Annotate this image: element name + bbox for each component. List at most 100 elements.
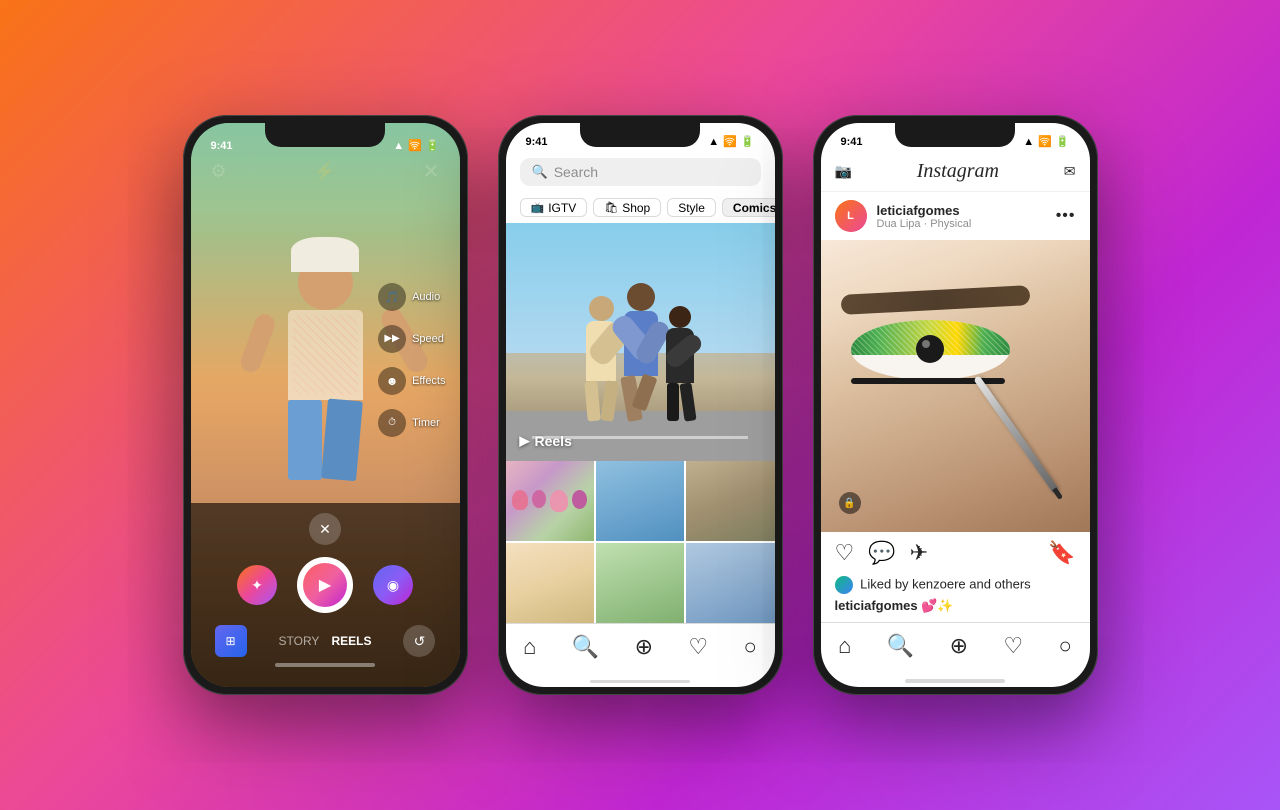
status-icons-3: ▲ 🛜 🔋: [1023, 135, 1069, 148]
post-username[interactable]: leticiafgomes: [877, 203, 972, 218]
dancer-3: [666, 306, 694, 421]
igtv-icon: 📺: [531, 201, 545, 214]
nav-profile-3[interactable]: ○: [1058, 633, 1071, 659]
camera-mode-selector: STORY REELS: [279, 634, 372, 648]
dancer-1: [586, 296, 616, 421]
post-more-options[interactable]: •••: [1056, 207, 1076, 225]
home-indicator-3: [905, 679, 1005, 683]
post-header: L leticiafgomes Dua Lipa · Physical •••: [821, 192, 1090, 240]
signal-icon-1: ▲: [393, 140, 404, 152]
thumb-flowers[interactable]: [506, 461, 594, 541]
phone-explore: 9:41 ▲ 🛜 🔋 🔍 Search 📺 IGTV 🛍 Shop: [498, 115, 783, 695]
bottom-nav-2: ⌂ 🔍 ⊕ ♡ ○: [506, 623, 775, 674]
nav-add-3[interactable]: ⊕: [950, 633, 968, 659]
battery-icon-1: 🔋: [426, 139, 440, 152]
camera-bottom-controls: ✕ ✦ ▶ ◉: [191, 503, 460, 687]
signal-icon-3: ▲: [1023, 136, 1034, 148]
record-button[interactable]: ▶: [297, 557, 353, 613]
instagram-logo: Instagram: [917, 160, 999, 183]
post-likes: Liked by kenzoere and others: [821, 574, 1090, 596]
caption-username[interactable]: leticiafgomes: [835, 598, 918, 613]
effects-control[interactable]: ☻ Effects: [378, 367, 445, 395]
nav-profile-2[interactable]: ○: [743, 634, 756, 660]
dancer-figures: [586, 283, 694, 421]
camera-header-icon[interactable]: 📷: [835, 163, 852, 180]
lock-icon: 🔒: [839, 492, 861, 514]
speed-control[interactable]: ▶▶ Speed: [378, 325, 445, 353]
dancer-2: [624, 283, 658, 421]
camera-nav-row: ⊞ STORY REELS ↺: [207, 625, 444, 657]
phone-post: 9:41 ▲ 🛜 🔋 📷 Instagram ✉ L leticiafgomes…: [813, 115, 1098, 695]
thumb-piggyback[interactable]: [596, 461, 684, 541]
phone-camera: 9:41 ▲ 🛜 🔋 ⚙ ⚡ ✕: [183, 115, 468, 695]
reels-mode[interactable]: REELS: [331, 634, 371, 648]
filter-button-2[interactable]: ◉: [373, 565, 413, 605]
reels-label: ▶ Reels: [520, 433, 572, 449]
instagram-header: 📷 Instagram ✉: [821, 152, 1090, 192]
timer-control[interactable]: ⏱ Timer: [378, 409, 445, 437]
post-user-info: L leticiafgomes Dua Lipa · Physical: [835, 200, 972, 232]
phone-notch-2: [580, 123, 700, 147]
style-label: Style: [678, 201, 705, 215]
gallery-button[interactable]: ⊞: [215, 625, 247, 657]
flip-camera-button[interactable]: ↺: [403, 625, 435, 657]
status-time-3: 9:41: [841, 136, 863, 148]
wifi-icon-2: 🛜: [723, 135, 737, 148]
post-actions: ♡ 💬 ✈ 🔖: [821, 532, 1090, 574]
likes-text: Liked by kenzoere and others: [860, 577, 1031, 592]
delete-clip-button[interactable]: ✕: [309, 513, 341, 545]
igtv-label: IGTV: [548, 201, 576, 215]
nav-heart-2[interactable]: ♡: [688, 634, 708, 660]
signal-icon-2: ▲: [708, 136, 719, 148]
shutter-row: ✦ ▶ ◉: [207, 553, 444, 617]
comment-button[interactable]: 💬: [868, 540, 895, 566]
status-icons-1: ▲ 🛜 🔋: [393, 139, 439, 152]
camera-right-controls: 🎵 Audio ▶▶ Speed ☻ Effects ⏱ Timer: [378, 283, 445, 437]
filter-tag-comics[interactable]: Comics: [722, 198, 775, 217]
filter-tags-row: 📺 IGTV 🛍 Shop Style Comics TV & Movi…: [506, 192, 775, 223]
filter-button-1[interactable]: ✦: [237, 565, 277, 605]
nav-add-2[interactable]: ⊕: [635, 634, 653, 660]
story-mode[interactable]: STORY: [279, 634, 320, 648]
thumb-outdoor[interactable]: [596, 543, 684, 623]
reels-text: Reels: [535, 433, 572, 449]
post-actions-left: ♡ 💬 ✈: [835, 540, 929, 566]
wifi-icon-3: 🛜: [1038, 135, 1052, 148]
nav-heart-3[interactable]: ♡: [1003, 633, 1023, 659]
status-icons-2: ▲ 🛜 🔋: [708, 135, 754, 148]
home-indicator-1: [275, 663, 375, 667]
nav-home-2[interactable]: ⌂: [523, 634, 536, 660]
filter-tag-shop[interactable]: 🛍 Shop: [593, 198, 661, 217]
search-placeholder: Search: [554, 164, 598, 180]
share-button[interactable]: ✈: [910, 540, 928, 566]
search-bar[interactable]: 🔍 Search: [520, 158, 761, 186]
user-avatar[interactable]: L: [835, 200, 867, 232]
reels-icon: ▶: [520, 433, 530, 449]
shop-icon: 🛍: [604, 201, 618, 214]
nav-home-3[interactable]: ⌂: [838, 633, 851, 659]
status-bar-1: 9:41 ▲ 🛜 🔋: [191, 131, 460, 156]
post-image: 🔒: [821, 240, 1090, 532]
audio-control[interactable]: 🎵 Audio: [378, 283, 445, 311]
shop-label: Shop: [622, 201, 650, 215]
nav-search-2[interactable]: 🔍: [572, 634, 599, 660]
filter-tag-igtv[interactable]: 📺 IGTV: [520, 198, 588, 217]
reels-preview: ▶ Reels: [506, 223, 775, 461]
wifi-icon-1: 🛜: [408, 139, 422, 152]
filter-tag-style[interactable]: Style: [667, 198, 716, 217]
nav-search-3[interactable]: 🔍: [887, 633, 914, 659]
like-button[interactable]: ♡: [835, 540, 855, 566]
thumb-hand[interactable]: [506, 543, 594, 623]
save-button[interactable]: 🔖: [1048, 540, 1075, 566]
caption-text: 💕✨: [921, 598, 953, 613]
explore-grid: [506, 461, 775, 623]
battery-icon-2: 🔋: [741, 135, 755, 148]
thumb-street[interactable]: [686, 461, 774, 541]
thumb-6[interactable]: [686, 543, 774, 623]
search-icon: 🔍: [532, 164, 548, 180]
comics-label: Comics: [733, 201, 775, 215]
bottom-nav-3: ⌂ 🔍 ⊕ ♡ ○: [821, 622, 1090, 673]
post-caption: leticiafgomes 💕✨: [821, 596, 1090, 622]
direct-message-icon[interactable]: ✉: [1064, 163, 1076, 180]
phone-notch-3: [895, 123, 1015, 147]
